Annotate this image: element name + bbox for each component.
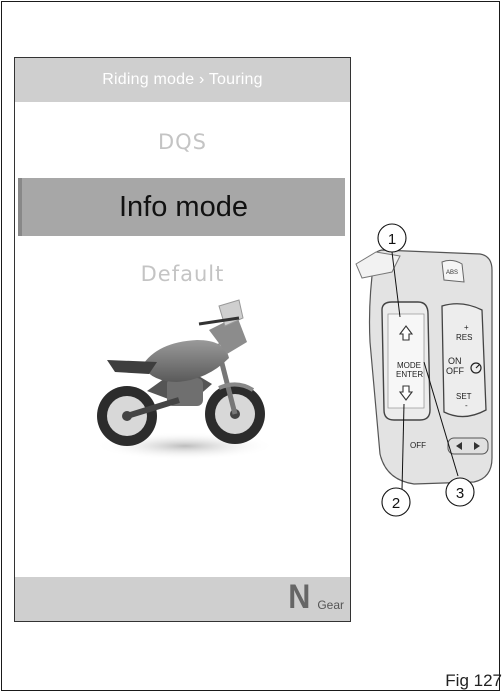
gear-bar: N Gear bbox=[15, 577, 350, 621]
enter-label: ENTER bbox=[396, 370, 423, 379]
handlebar-switchgear: ABS MODE ENTER + RES ON OFF SET - OFF 1 … bbox=[355, 223, 493, 517]
on-label: ON bbox=[448, 356, 462, 366]
svg-text:1: 1 bbox=[388, 231, 396, 248]
gear-indicator: N bbox=[288, 578, 311, 616]
menu-item-default[interactable]: Default bbox=[15, 262, 350, 286]
menu-item-info-mode-selected[interactable]: Info mode bbox=[18, 178, 345, 236]
off-label: OFF bbox=[446, 366, 464, 376]
abs-label: ABS bbox=[446, 270, 458, 276]
dashboard-display: Riding mode › Touring DQS Info mode Defa… bbox=[14, 57, 351, 622]
menu-item-label: Info mode bbox=[119, 190, 248, 223]
menu-item-dqs[interactable]: DQS bbox=[15, 130, 350, 154]
gear-label: Gear bbox=[317, 598, 344, 612]
cruise-control-panel[interactable]: + RES ON OFF SET - bbox=[441, 303, 487, 418]
svg-text:2: 2 bbox=[392, 495, 400, 512]
set-label: SET bbox=[456, 392, 472, 401]
callout-2: 2 bbox=[381, 487, 411, 517]
svg-text:3: 3 bbox=[456, 485, 464, 502]
callout-1: 1 bbox=[377, 223, 407, 253]
lower-off-label: OFF bbox=[410, 441, 426, 450]
callout-3: 3 bbox=[445, 477, 475, 507]
motorcycle-image bbox=[95, 299, 275, 460]
figure-label: Fig 127 bbox=[445, 671, 502, 690]
menu-breadcrumb: Riding mode › Touring bbox=[15, 58, 350, 102]
mode-label: MODE bbox=[397, 361, 421, 370]
res-label: RES bbox=[456, 333, 472, 342]
minus-label: - bbox=[465, 401, 468, 410]
plus-label: + bbox=[464, 323, 469, 332]
mode-enter-rocker[interactable]: MODE ENTER bbox=[381, 301, 431, 421]
turn-signal-switch[interactable] bbox=[447, 437, 489, 455]
